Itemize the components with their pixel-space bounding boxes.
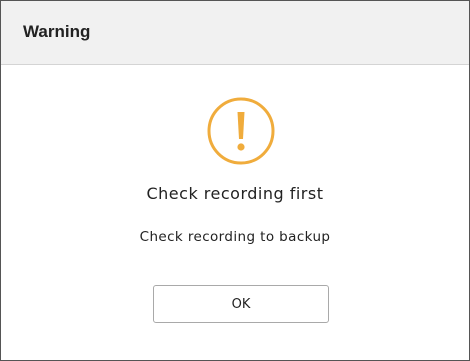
warning-message: Check recording first (146, 184, 324, 203)
ok-button[interactable]: OK (153, 285, 329, 323)
warning-dialog: Warning Check recording first Check reco… (0, 0, 470, 361)
dialog-title: Warning (23, 22, 91, 41)
warning-detail: Check recording to backup (139, 229, 331, 245)
dialog-titlebar: Warning (1, 1, 469, 65)
warning-exclamation-icon (207, 97, 275, 165)
